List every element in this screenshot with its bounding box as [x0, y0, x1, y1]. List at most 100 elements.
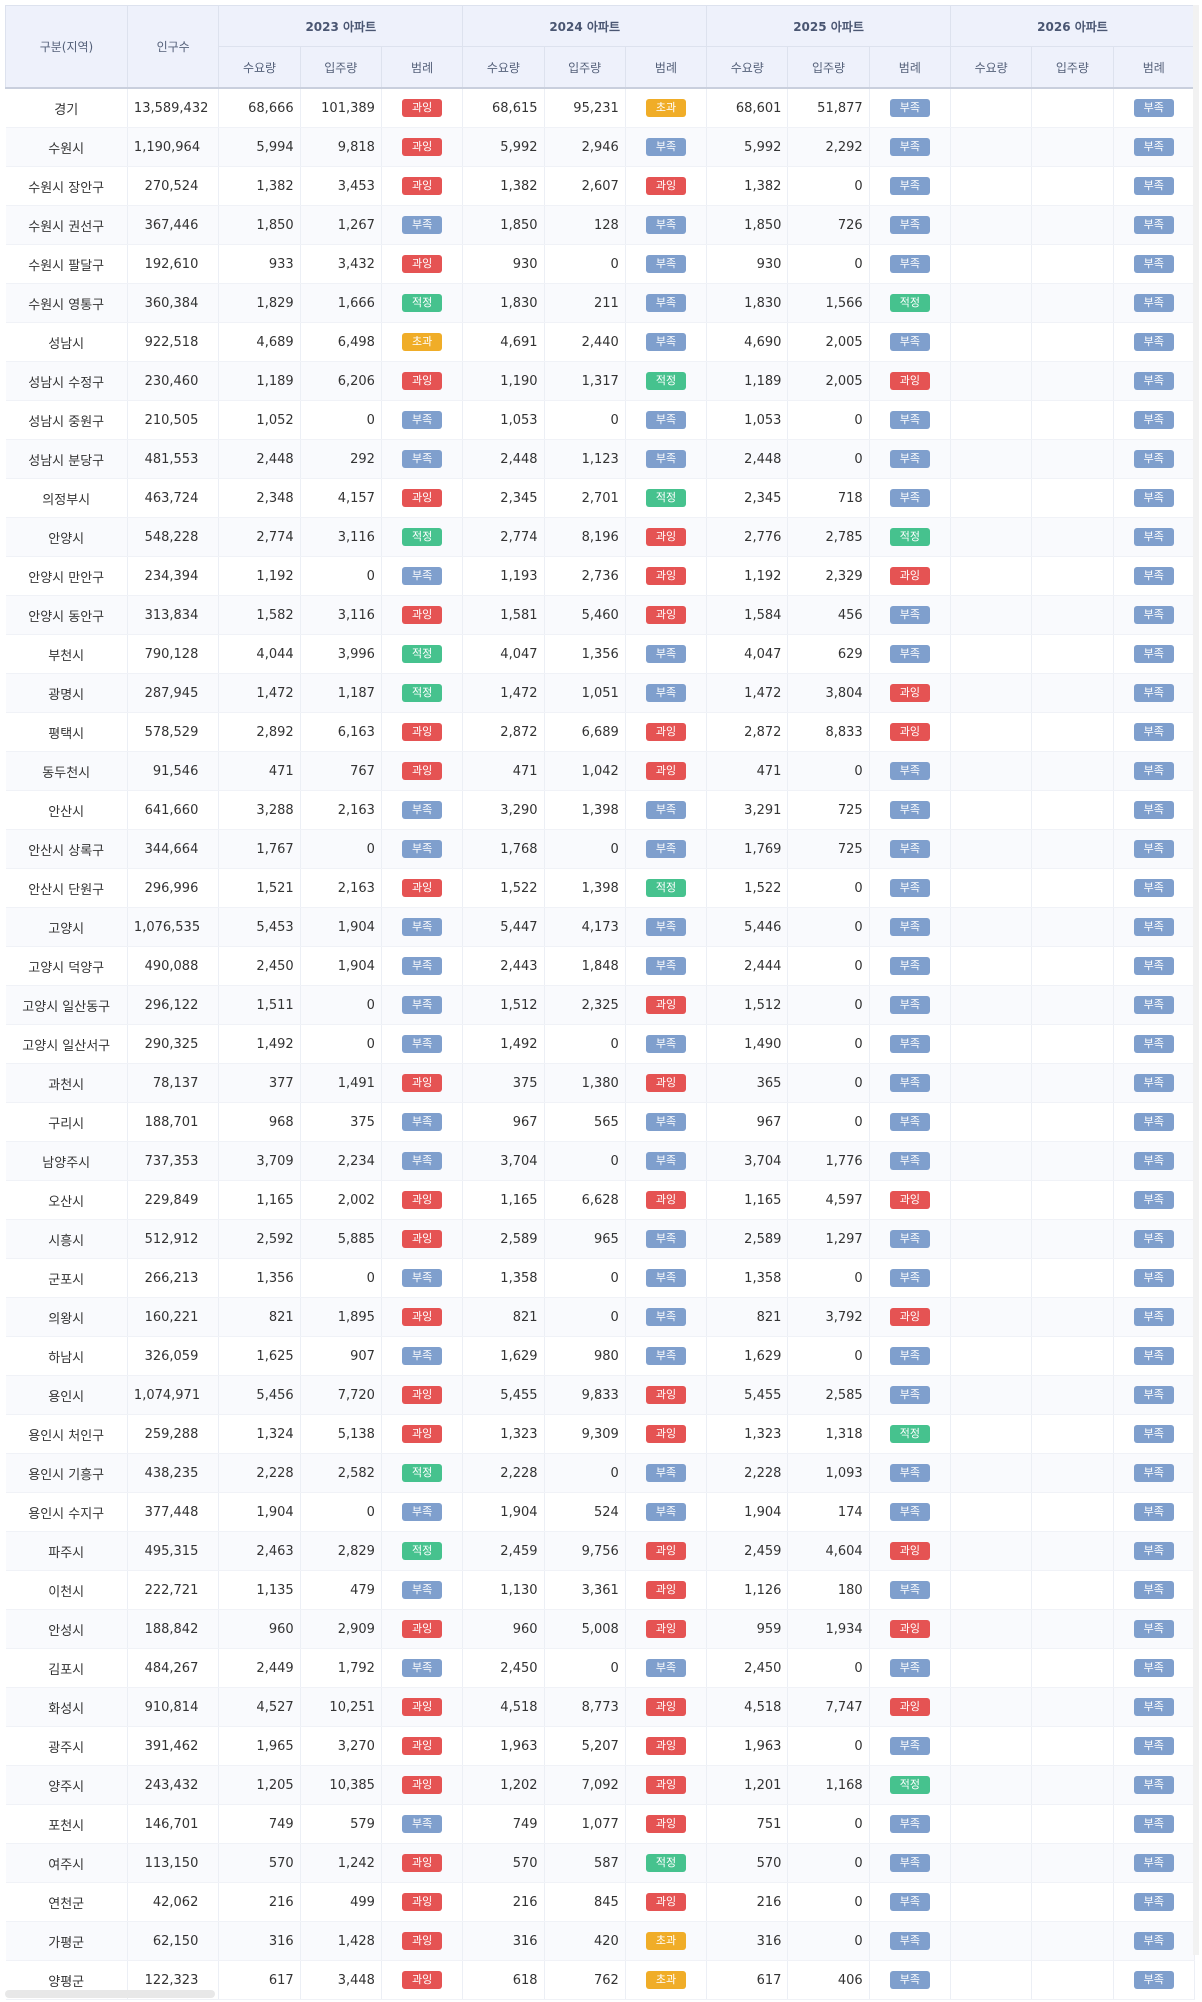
table-row[interactable]: 과천시 78,137 377 1,491 과잉 375 1,380 과잉 365 0 부족 부족: [5, 1063, 1196, 1103]
cell-supply: 2,005: [787, 322, 870, 362]
cell-legend: 부족: [381, 829, 464, 869]
status-badge: 부족: [889, 645, 930, 663]
vertical-scrollbar[interactable]: [1193, 5, 1199, 1955]
cell-region: 광주시: [5, 1726, 128, 1766]
cell-supply: [1031, 1765, 1114, 1805]
table-row[interactable]: 안산시 단원구 296,996 1,521 2,163 과잉 1,522 1,398 적정 1,…: [5, 868, 1196, 908]
cell-supply: [1031, 1492, 1114, 1532]
table-row[interactable]: 수원시 권선구 367,446 1,850 1,267 부족 1,850 128 부족 1,85…: [5, 205, 1196, 245]
table-row[interactable]: 성남시 수정구 230,460 1,189 6,206 과잉 1,190 1,317 적정 1,…: [5, 361, 1196, 401]
table-row[interactable]: 동두천시 91,546 471 767 과잉 471 1,042 과잉 471 0 부족 부족: [5, 751, 1196, 791]
table-row[interactable]: 가평군 62,150 316 1,428 과잉 316 420 초과 316 0 부족 부족: [5, 1921, 1196, 1961]
cell-population: 266,213: [127, 1258, 220, 1298]
cell-supply: [1031, 361, 1114, 401]
cell-demand: 821: [462, 1297, 545, 1337]
status-badge: 과잉: [889, 723, 930, 741]
table-row[interactable]: 평택시 578,529 2,892 6,163 과잉 2,872 6,689 과잉 2,872 8…: [5, 712, 1196, 752]
status-badge: 부족: [889, 801, 930, 819]
table-row[interactable]: 시흥시 512,912 2,592 5,885 과잉 2,589 965 부족 2,589 1,2…: [5, 1219, 1196, 1259]
cell-legend: 부족: [1113, 283, 1196, 323]
table-row[interactable]: 안성시 188,842 960 2,909 과잉 960 5,008 과잉 959 1,934 과잉…: [5, 1609, 1196, 1649]
table-row[interactable]: 용인시 1,074,971 5,456 7,720 과잉 5,455 9,833 과잉 5,45…: [5, 1375, 1196, 1415]
cell-legend: 과잉: [381, 1726, 464, 1766]
table-row[interactable]: 고양시 일산서구 290,325 1,492 0 부족 1,492 0 부족 1,490 0 부족 부…: [5, 1024, 1196, 1064]
cell-demand: 1,829: [218, 283, 301, 323]
table-row[interactable]: 오산시 229,849 1,165 2,002 과잉 1,165 6,628 과잉 1,165 4…: [5, 1180, 1196, 1220]
cell-legend: 부족: [869, 1102, 951, 1142]
table-row[interactable]: 광명시 287,945 1,472 1,187 적정 1,472 1,051 부족 1,472 3…: [5, 673, 1196, 713]
table-row[interactable]: 고양시 1,076,535 5,453 1,904 부족 5,447 4,173 부족 5,44…: [5, 907, 1196, 947]
cell-supply: 0: [544, 1297, 626, 1337]
table-row[interactable]: 안산시 641,660 3,288 2,163 부족 3,290 1,398 부족 3,291 7…: [5, 790, 1196, 830]
status-badge: 과잉: [645, 528, 686, 546]
table-row[interactable]: 경기 13,589,432 68,666 101,389 과잉 68,615 95,231 초…: [5, 88, 1196, 128]
cell-demand: 1,629: [462, 1336, 545, 1376]
table-row[interactable]: 수원시 영통구 360,384 1,829 1,666 적정 1,830 211 부족 1,83…: [5, 283, 1196, 323]
table-row[interactable]: 수원시 장안구 270,524 1,382 3,453 과잉 1,382 2,607 과잉 1,…: [5, 166, 1196, 206]
table-row[interactable]: 안산시 상록구 344,664 1,767 0 부족 1,768 0 부족 1,769 725 부족…: [5, 829, 1196, 869]
cell-supply: 0: [300, 985, 382, 1025]
cell-supply: [1031, 205, 1114, 245]
table-row[interactable]: 남양주시 737,353 3,709 2,234 부족 3,704 0 부족 3,704 1,77…: [5, 1141, 1196, 1181]
table-row[interactable]: 여주시 113,150 570 1,242 과잉 570 587 적정 570 0 부족 부족: [5, 1843, 1196, 1883]
cell-legend: 부족: [1113, 88, 1196, 128]
table-row[interactable]: 포천시 146,701 749 579 부족 749 1,077 과잉 751 0 부족 부족: [5, 1804, 1196, 1844]
cell-supply: 629: [787, 634, 870, 674]
table-row[interactable]: 용인시 수지구 377,448 1,904 0 부족 1,904 524 부족 1,904 174…: [5, 1492, 1196, 1532]
cell-supply: [1031, 1453, 1114, 1493]
table-row[interactable]: 성남시 922,518 4,689 6,498 초과 4,691 2,440 부족 4,690 2…: [5, 322, 1196, 362]
cell-legend: 부족: [869, 1336, 951, 1376]
table-row[interactable]: 양주시 243,432 1,205 10,385 과잉 1,202 7,092 과잉 1,201…: [5, 1765, 1196, 1805]
table-row[interactable]: 부천시 790,128 4,044 3,996 적정 4,047 1,356 부족 4,047 6…: [5, 634, 1196, 674]
cell-region: 평택시: [5, 712, 128, 752]
cell-legend: 부족: [1113, 1102, 1196, 1142]
status-badge: 부족: [1133, 723, 1174, 741]
table-row[interactable]: 연천군 42,062 216 499 과잉 216 845 과잉 216 0 부족 부족: [5, 1882, 1196, 1922]
cell-legend: 부족: [381, 400, 464, 440]
table-row[interactable]: 구리시 188,701 968 375 부족 967 565 부족 967 0 부족 부족: [5, 1102, 1196, 1142]
cell-demand: 68,601: [706, 88, 789, 128]
table-row[interactable]: 고양시 덕양구 490,088 2,450 1,904 부족 2,443 1,848 부족 2,…: [5, 946, 1196, 986]
horizontal-scrollbar[interactable]: [5, 1990, 215, 1998]
cell-demand: 1,053: [462, 400, 545, 440]
cell-supply: 1,491: [300, 1063, 382, 1103]
cell-demand: 2,448: [706, 439, 789, 479]
cell-demand: 1,189: [706, 361, 789, 401]
table-row[interactable]: 성남시 중원구 210,505 1,052 0 부족 1,053 0 부족 1,053 0 부족 부족: [5, 400, 1196, 440]
cell-supply: 1,356: [544, 634, 626, 674]
table-row[interactable]: 용인시 기흥구 438,235 2,228 2,582 적정 2,228 0 부족 2,228 1…: [5, 1453, 1196, 1493]
cell-legend: 부족: [625, 790, 708, 830]
table-row[interactable]: 이천시 222,721 1,135 479 부족 1,130 3,361 과잉 1,126 180…: [5, 1570, 1196, 1610]
status-badge: 과잉: [402, 1620, 443, 1638]
cell-population: 438,235: [127, 1453, 220, 1493]
cell-supply: 5,885: [300, 1219, 382, 1259]
table-row[interactable]: 안양시 548,228 2,774 3,116 적정 2,774 8,196 과잉 2,776 2…: [5, 517, 1196, 557]
table-row[interactable]: 수원시 팔달구 192,610 933 3,432 과잉 930 0 부족 930 0 부족 부족: [5, 244, 1196, 284]
cell-demand: [950, 1531, 1033, 1571]
cell-supply: [1031, 1570, 1114, 1610]
table-row[interactable]: 하남시 326,059 1,625 907 부족 1,629 980 부족 1,629 0 부족 부족: [5, 1336, 1196, 1376]
cell-supply: 0: [787, 1921, 870, 1961]
table-row[interactable]: 화성시 910,814 4,527 10,251 과잉 4,518 8,773 과잉 4,518…: [5, 1687, 1196, 1727]
table-row[interactable]: 파주시 495,315 2,463 2,829 적정 2,459 9,756 과잉 2,459 4…: [5, 1531, 1196, 1571]
cell-legend: 과잉: [381, 88, 464, 128]
cell-supply: 6,498: [300, 322, 382, 362]
table-body: 경기 13,589,432 68,666 101,389 과잉 68,615 95,231 초…: [5, 88, 1196, 2000]
table-row[interactable]: 수원시 1,190,964 5,994 9,818 과잉 5,992 2,946 부족 5,99…: [5, 127, 1196, 167]
table-row[interactable]: 안양시 동안구 313,834 1,582 3,116 과잉 1,581 5,460 과잉 1,…: [5, 595, 1196, 635]
cell-legend: 과잉: [381, 1609, 464, 1649]
status-badge: 부족: [645, 1464, 686, 1482]
table-row[interactable]: 성남시 분당구 481,553 2,448 292 부족 2,448 1,123 부족 2,44…: [5, 439, 1196, 479]
table-row[interactable]: 광주시 391,462 1,965 3,270 과잉 1,963 5,207 과잉 1,963 0…: [5, 1726, 1196, 1766]
table-row[interactable]: 용인시 처인구 259,288 1,324 5,138 과잉 1,323 9,309 과잉 1,…: [5, 1414, 1196, 1454]
table-row[interactable]: 군포시 266,213 1,356 0 부족 1,358 0 부족 1,358 0 부족 부족: [5, 1258, 1196, 1298]
cell-supply: 10,385: [300, 1765, 382, 1805]
table-row[interactable]: 김포시 484,267 2,449 1,792 부족 2,450 0 부족 2,450 0 부족 부족: [5, 1648, 1196, 1688]
table-row[interactable]: 안양시 만안구 234,394 1,192 0 부족 1,193 2,736 과잉 1,192 2…: [5, 556, 1196, 596]
table-row[interactable]: 의왕시 160,221 821 1,895 과잉 821 0 부족 821 3,792 과잉 부족: [5, 1297, 1196, 1337]
table-row[interactable]: 고양시 일산동구 296,122 1,511 0 부족 1,512 2,325 과잉 1,512…: [5, 985, 1196, 1025]
table-row[interactable]: 의정부시 463,724 2,348 4,157 과잉 2,345 2,701 적정 2,345…: [5, 478, 1196, 518]
status-badge: 과잉: [889, 372, 930, 390]
cell-demand: 1,324: [218, 1414, 301, 1454]
cell-demand: 1,492: [462, 1024, 545, 1064]
